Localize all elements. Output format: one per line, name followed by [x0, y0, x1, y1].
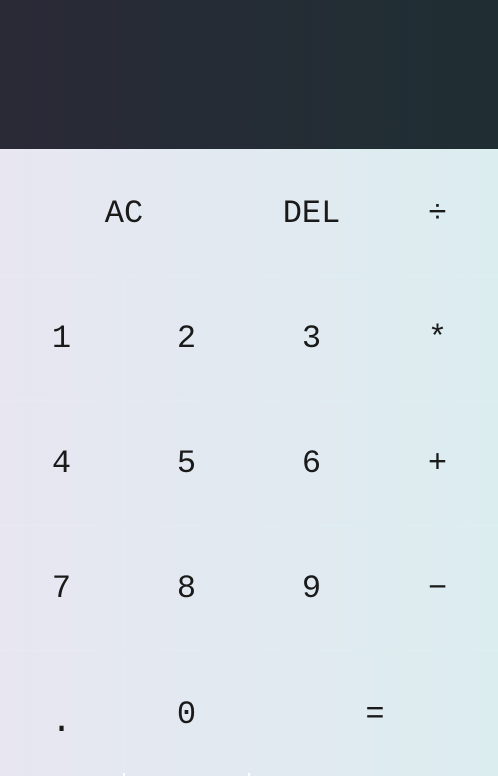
- digit-1-button[interactable]: 1: [0, 277, 123, 399]
- digit-3-button[interactable]: 3: [250, 277, 373, 399]
- decimal-point-button[interactable]: .: [0, 652, 123, 776]
- minus-button[interactable]: −: [375, 527, 498, 649]
- digit-7-button[interactable]: 7: [0, 527, 123, 649]
- digit-4-button[interactable]: 4: [0, 402, 123, 524]
- digit-9-button[interactable]: 9: [250, 527, 373, 649]
- divide-button[interactable]: ÷: [375, 152, 498, 274]
- plus-button[interactable]: +: [375, 402, 498, 524]
- multiply-button[interactable]: *: [375, 277, 498, 399]
- equals-button[interactable]: =: [250, 652, 498, 776]
- digit-2-button[interactable]: 2: [125, 277, 248, 399]
- delete-button[interactable]: DEL: [250, 152, 373, 274]
- output-display: [0, 0, 498, 149]
- digit-8-button[interactable]: 8: [125, 527, 248, 649]
- digit-0-button[interactable]: 0: [125, 652, 248, 776]
- all-clear-button[interactable]: AC: [0, 152, 248, 274]
- digit-5-button[interactable]: 5: [125, 402, 248, 524]
- digit-6-button[interactable]: 6: [250, 402, 373, 524]
- calculator: AC DEL ÷ 1 2 3 * 4 5 6 + 7 8 9 − . 0 =: [0, 0, 498, 776]
